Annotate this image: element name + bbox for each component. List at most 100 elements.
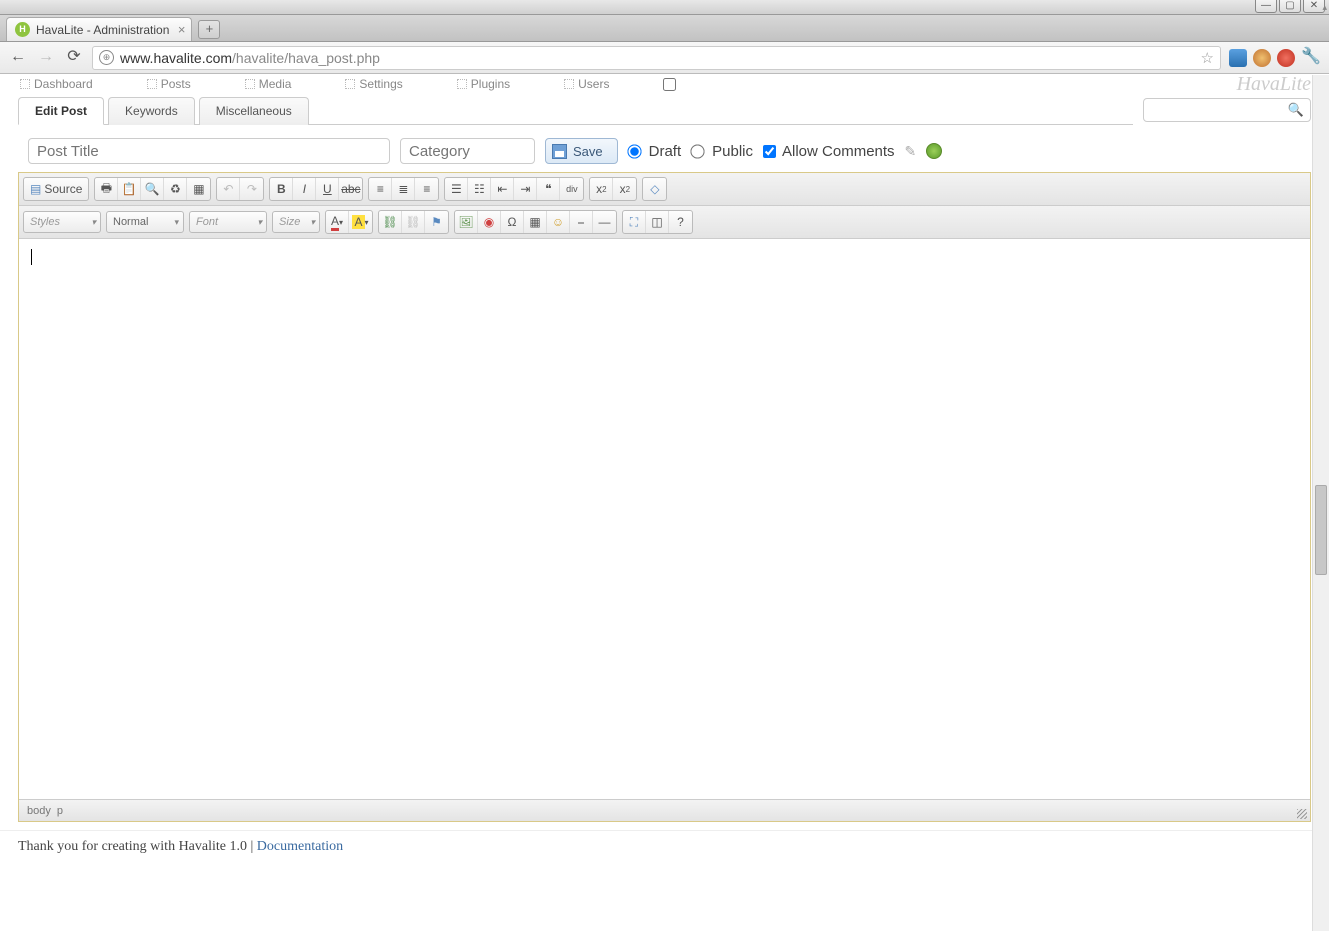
- bookmark-star-icon[interactable]: ☆: [1201, 49, 1214, 67]
- preview-world-icon[interactable]: [926, 143, 942, 159]
- nav-settings[interactable]: Settings: [345, 77, 402, 91]
- browser-tab-title: HavaLite - Administration: [36, 23, 169, 37]
- nav-plugins[interactable]: Plugins: [457, 77, 510, 91]
- window-titlebar: — ▢ ✕: [0, 0, 1329, 15]
- resize-grip-icon[interactable]: [1297, 809, 1307, 819]
- undo-icon[interactable]: ↶: [217, 178, 240, 200]
- status-path-p[interactable]: p: [57, 805, 63, 817]
- selectall-icon[interactable]: ▦: [187, 178, 210, 200]
- allow-comments-checkbox[interactable]: Allow Comments: [763, 143, 895, 160]
- font-select[interactable]: Font: [189, 211, 267, 233]
- tab-edit-post[interactable]: Edit Post: [18, 97, 104, 125]
- page-tabs-row: Edit Post Keywords Miscellaneous 🔍: [0, 94, 1329, 126]
- pagebreak-icon[interactable]: ⎯: [570, 211, 593, 233]
- allow-comments-input[interactable]: [763, 145, 776, 158]
- url-field[interactable]: ⊕ www.havalite.com/havalite/hava_post.ph…: [92, 46, 1221, 70]
- globe-icon: ⊕: [99, 50, 114, 65]
- format-select[interactable]: Normal: [106, 211, 184, 233]
- bullet-list-icon[interactable]: ☷: [468, 178, 491, 200]
- footer-text: Thank you for creating with Havalite 1.0…: [18, 839, 257, 854]
- italic-icon[interactable]: I: [293, 178, 316, 200]
- public-radio-input[interactable]: [691, 144, 705, 158]
- search-input[interactable]: 🔍: [1143, 98, 1311, 122]
- save-button[interactable]: Save: [545, 138, 618, 164]
- favicon-icon: H: [15, 22, 30, 37]
- media-icon: [245, 79, 255, 89]
- nav-media[interactable]: Media: [245, 77, 292, 91]
- category-input[interactable]: [400, 138, 535, 164]
- forward-button[interactable]: →: [36, 48, 56, 68]
- wrench-icon[interactable]: 🔧: [1301, 48, 1321, 68]
- blockquote-icon[interactable]: ❝: [537, 178, 560, 200]
- outdent-icon[interactable]: ⇤: [491, 178, 514, 200]
- collapse-toolbar-icon[interactable]: ▴: [1322, 2, 1327, 13]
- bold-icon[interactable]: B: [270, 178, 293, 200]
- align-center-icon[interactable]: ≣: [392, 178, 415, 200]
- underline-icon[interactable]: U: [316, 178, 339, 200]
- new-tab-button[interactable]: +: [198, 20, 220, 39]
- tab-close-icon[interactable]: ×: [178, 22, 186, 37]
- nav-toggle-checkbox[interactable]: [663, 78, 676, 91]
- size-select[interactable]: Size: [272, 211, 320, 233]
- documentation-link[interactable]: Documentation: [257, 839, 343, 854]
- cookie-icon[interactable]: [1253, 49, 1271, 67]
- find-icon[interactable]: 🔍: [141, 178, 164, 200]
- showblocks-icon[interactable]: ◫: [646, 211, 669, 233]
- window-maximize-button[interactable]: ▢: [1279, 0, 1301, 13]
- hr-icon[interactable]: —: [593, 211, 616, 233]
- superscript-icon[interactable]: x2: [613, 178, 636, 200]
- nav-dashboard[interactable]: Dashboard: [20, 77, 93, 91]
- scrollbar-thumb[interactable]: [1315, 485, 1327, 575]
- about-icon[interactable]: ?: [669, 211, 692, 233]
- indent-icon[interactable]: ⇥: [514, 178, 537, 200]
- nav-checkbox[interactable]: [663, 78, 676, 91]
- draft-radio[interactable]: Draft: [628, 143, 682, 160]
- browser-toolbar: ← → ⟳ ⊕ www.havalite.com/havalite/hava_p…: [0, 42, 1329, 74]
- status-path-body[interactable]: body: [27, 805, 51, 817]
- back-button[interactable]: ←: [8, 48, 28, 68]
- extension-icon[interactable]: [1229, 49, 1247, 67]
- post-title-input[interactable]: [28, 138, 390, 164]
- redo-icon[interactable]: ↷: [240, 178, 263, 200]
- unlink-icon[interactable]: ⛓: [402, 211, 425, 233]
- paste-icon[interactable]: 📋: [118, 178, 141, 200]
- source-button[interactable]: ▤Source: [24, 178, 88, 200]
- align-right-icon[interactable]: ≡: [415, 178, 438, 200]
- special-char-icon[interactable]: Ω: [501, 211, 524, 233]
- nav-users[interactable]: Users: [564, 77, 609, 91]
- flash-icon[interactable]: ◉: [478, 211, 501, 233]
- styles-select[interactable]: Styles: [23, 211, 101, 233]
- text-color-icon[interactable]: A▾: [326, 211, 349, 233]
- save-disk-icon: [552, 144, 567, 159]
- browser-tab[interactable]: H HavaLite - Administration ×: [6, 17, 192, 41]
- print-icon[interactable]: 🖶: [95, 178, 118, 200]
- link-icon[interactable]: ⛓: [379, 211, 402, 233]
- strikethrough-icon[interactable]: abc: [339, 178, 362, 200]
- tab-miscellaneous[interactable]: Miscellaneous: [199, 97, 309, 125]
- replace-icon[interactable]: ♻: [164, 178, 187, 200]
- edit-pencil-icon[interactable]: ✎: [905, 143, 917, 160]
- table-icon[interactable]: ▦: [524, 211, 547, 233]
- anchor-icon[interactable]: ⚑: [425, 211, 448, 233]
- numbered-list-icon[interactable]: ☰: [445, 178, 468, 200]
- window-minimize-button[interactable]: —: [1255, 0, 1277, 13]
- search-icon: 🔍: [1288, 102, 1304, 118]
- smiley-icon[interactable]: ☺: [547, 211, 570, 233]
- image-icon[interactable]: 🖼: [455, 211, 478, 233]
- align-left-icon[interactable]: ≡: [369, 178, 392, 200]
- subscript-icon[interactable]: x2: [590, 178, 613, 200]
- settings-icon: [345, 79, 355, 89]
- div-icon[interactable]: div: [560, 178, 583, 200]
- blocker-icon[interactable]: [1277, 49, 1295, 67]
- page-scrollbar[interactable]: [1312, 75, 1329, 931]
- draft-radio-input[interactable]: [627, 144, 641, 158]
- remove-format-icon[interactable]: ◇: [643, 178, 666, 200]
- maximize-icon[interactable]: ⛶: [623, 211, 646, 233]
- nav-posts[interactable]: Posts: [147, 77, 191, 91]
- bg-color-icon[interactable]: A▾: [349, 211, 372, 233]
- public-radio[interactable]: Public: [691, 143, 753, 160]
- tab-keywords[interactable]: Keywords: [108, 97, 195, 125]
- editor-content-area[interactable]: [19, 239, 1310, 799]
- reload-button[interactable]: ⟳: [64, 48, 84, 68]
- admin-nav: Dashboard Posts Media Settings Plugins U…: [0, 74, 1329, 94]
